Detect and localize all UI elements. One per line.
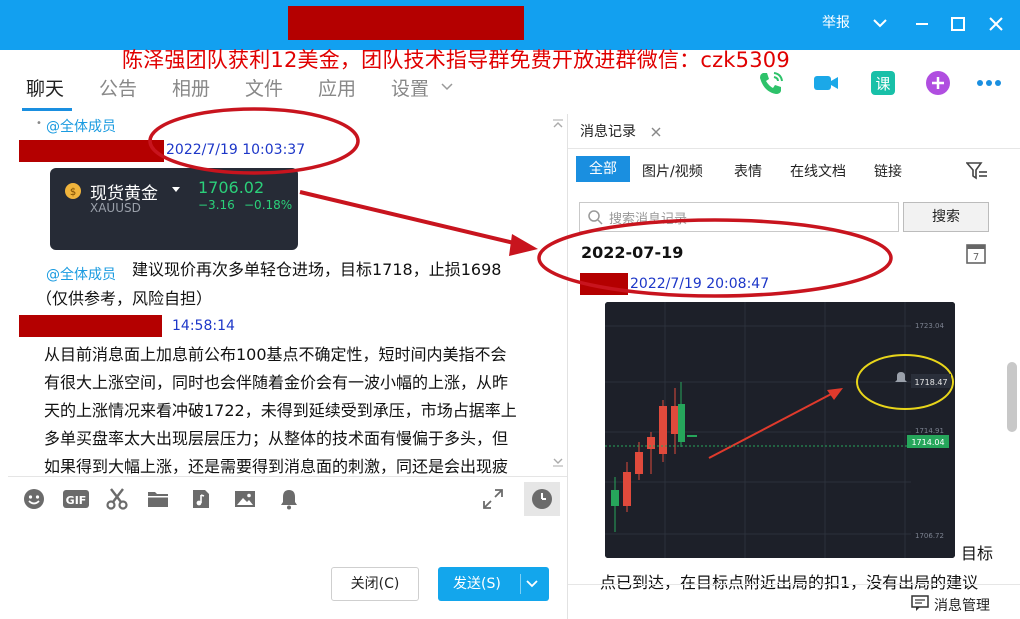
chat-message-list[interactable]: • @全体成员 2022/7/19 10:03:37 $ 现货黄金 1706.0… [0, 114, 567, 476]
instrument-symbol: XAUUSD [90, 201, 141, 215]
filter-all[interactable]: 全部 [576, 156, 630, 182]
price-change: −3.16 [198, 198, 235, 212]
video-call-icon[interactable] [811, 68, 841, 98]
redacted-title [288, 6, 524, 40]
message-text: 目标 [961, 544, 994, 563]
redacted-sender [19, 315, 162, 337]
message-text: 点已到达，在目标点附近出局的扣1，没有出局的建议 [600, 573, 979, 592]
folder-icon[interactable] [146, 487, 170, 511]
history-date: 2022-07-19 [581, 243, 684, 262]
message-manage-button[interactable]: 消息管理 [934, 595, 990, 615]
tab-album[interactable]: 相册 [172, 74, 210, 101]
gold-coin-icon: $ [65, 183, 81, 199]
chevron-down-icon[interactable] [872, 17, 888, 29]
message-text-block: 从目前消息面上加息前公布100基点不确定性，短时间内美指不会 有很大上涨空间，同… [44, 341, 554, 476]
tab-settings[interactable]: 设置 [391, 74, 429, 101]
image-icon[interactable] [233, 487, 257, 511]
message-text: 建议现价再次多单轻仓进场，目标1718，止损1698 [132, 260, 502, 279]
svg-text:课: 课 [875, 75, 890, 93]
instrument-price: 1706.02 [198, 178, 265, 197]
message-line: 从目前消息面上加息前公布100基点不确定性，短时间内美指不会 [44, 345, 507, 364]
filter-links[interactable]: 链接 [874, 161, 902, 181]
tab-files[interactable]: 文件 [245, 74, 283, 101]
axis-label: 1714.91 [915, 427, 944, 435]
redacted-sender [19, 140, 164, 162]
axis-label: 1723.04 [915, 322, 944, 330]
svg-text:GIF: GIF [66, 494, 87, 507]
svg-text:7: 7 [973, 252, 979, 263]
minimize-icon[interactable] [914, 16, 930, 32]
more-icon[interactable] [974, 68, 1004, 98]
maximize-icon[interactable] [950, 16, 966, 32]
message-timestamp: 14:58:14 [172, 318, 235, 334]
divider [520, 574, 521, 594]
expand-arrows-icon[interactable] [481, 487, 505, 511]
filter-docs[interactable]: 在线文档 [790, 161, 846, 181]
message-history-panel: 消息记录 全部 图片/视频 表情 在线文档 链接 搜索消息记录 搜索 2022-… [567, 114, 1020, 619]
current-price-label: 1714.04 [911, 438, 944, 447]
search-icon [588, 210, 603, 225]
redacted-sender [580, 273, 628, 295]
bell-icon[interactable] [277, 487, 301, 511]
expand-down-icon[interactable] [552, 458, 564, 468]
history-tab-title[interactable]: 消息记录 [580, 121, 636, 141]
tab-active-indicator [22, 108, 72, 111]
gif-icon[interactable]: GIF [62, 487, 90, 511]
search-button[interactable]: 搜索 [903, 202, 989, 232]
collapse-up-icon[interactable] [552, 118, 564, 128]
promo-banner: 陈泽强团队获利12美金，团队技术指导群免费开放进群微信：czk5309 [122, 48, 790, 72]
tab-chat[interactable]: 聊天 [26, 74, 64, 101]
course-icon[interactable]: 课 [868, 68, 898, 98]
history-button[interactable] [524, 482, 560, 516]
send-button-label: 发送(S) [453, 576, 501, 592]
at-all-mention[interactable]: @全体成员 [46, 264, 116, 284]
candlestick-chart: 1718.47 1714.04 1723.04 1714.91 1706.72 [605, 302, 955, 558]
chevron-down-icon[interactable] [441, 82, 453, 92]
title-bar: 举报 [0, 0, 1020, 50]
music-file-icon[interactable] [189, 487, 213, 511]
message-line: 多单买盘率太大出现层层压力；从整体的技术面有慢偏于多头，但 [44, 429, 509, 448]
message-line: 有很大上涨空间，同时也会伴随着金价会有一波小幅的上涨，从昨 [44, 373, 509, 392]
close-icon[interactable] [650, 126, 662, 138]
filter-media[interactable]: 图片/视频 [642, 161, 703, 181]
svg-text:$: $ [70, 187, 76, 198]
message-line: 天的上涨情况来看冲破1722，未得到延续受到承压，市场占据率上 [44, 401, 517, 420]
gold-quote-card[interactable]: $ 现货黄金 1706.02 XAUUSD −3.16 −0.18% [50, 168, 298, 250]
clock-icon [532, 489, 552, 509]
calendar-icon[interactable]: 7 [966, 242, 986, 264]
search-placeholder: 搜索消息记录 [609, 212, 688, 227]
close-icon[interactable] [988, 16, 1004, 32]
message-timestamp: 2022/7/19 10:03:37 [166, 142, 306, 158]
report-button[interactable]: 举报 [822, 12, 850, 32]
tab-announcements[interactable]: 公告 [99, 74, 137, 101]
message-line: 如果得到大幅上涨，还是需要得到消息面的刺激，同还是会出现疲 [44, 457, 509, 476]
search-input[interactable]: 搜索消息记录 [579, 202, 899, 232]
dropdown-triangle-icon [172, 187, 180, 192]
filter-stickers[interactable]: 表情 [734, 161, 762, 181]
axis-label: 1706.72 [915, 532, 944, 540]
target-price-label: 1718.47 [914, 378, 947, 387]
at-all-mention[interactable]: @全体成员 [46, 116, 116, 136]
emoji-icon[interactable] [22, 487, 46, 511]
chart-screenshot[interactable]: 1718.47 1714.04 1723.04 1714.91 1706.72 [605, 302, 955, 558]
message-manage-icon[interactable] [911, 594, 929, 612]
send-button[interactable]: 发送(S) [438, 567, 549, 601]
message-text: （仅供参考，风险自担） [36, 289, 213, 308]
scrollbar-thumb[interactable] [1007, 362, 1017, 432]
tab-apps[interactable]: 应用 [318, 74, 356, 101]
input-toolbar: GIF [8, 476, 568, 522]
chevron-down-icon[interactable] [526, 580, 538, 589]
scissors-icon[interactable] [105, 487, 129, 511]
message-timestamp: 2022/7/19 20:08:47 [630, 276, 770, 292]
price-change-pct: −0.18% [244, 198, 293, 212]
add-app-icon[interactable] [923, 68, 953, 98]
filter-icon[interactable] [966, 161, 988, 181]
close-button[interactable]: 关闭(C) [331, 567, 419, 601]
